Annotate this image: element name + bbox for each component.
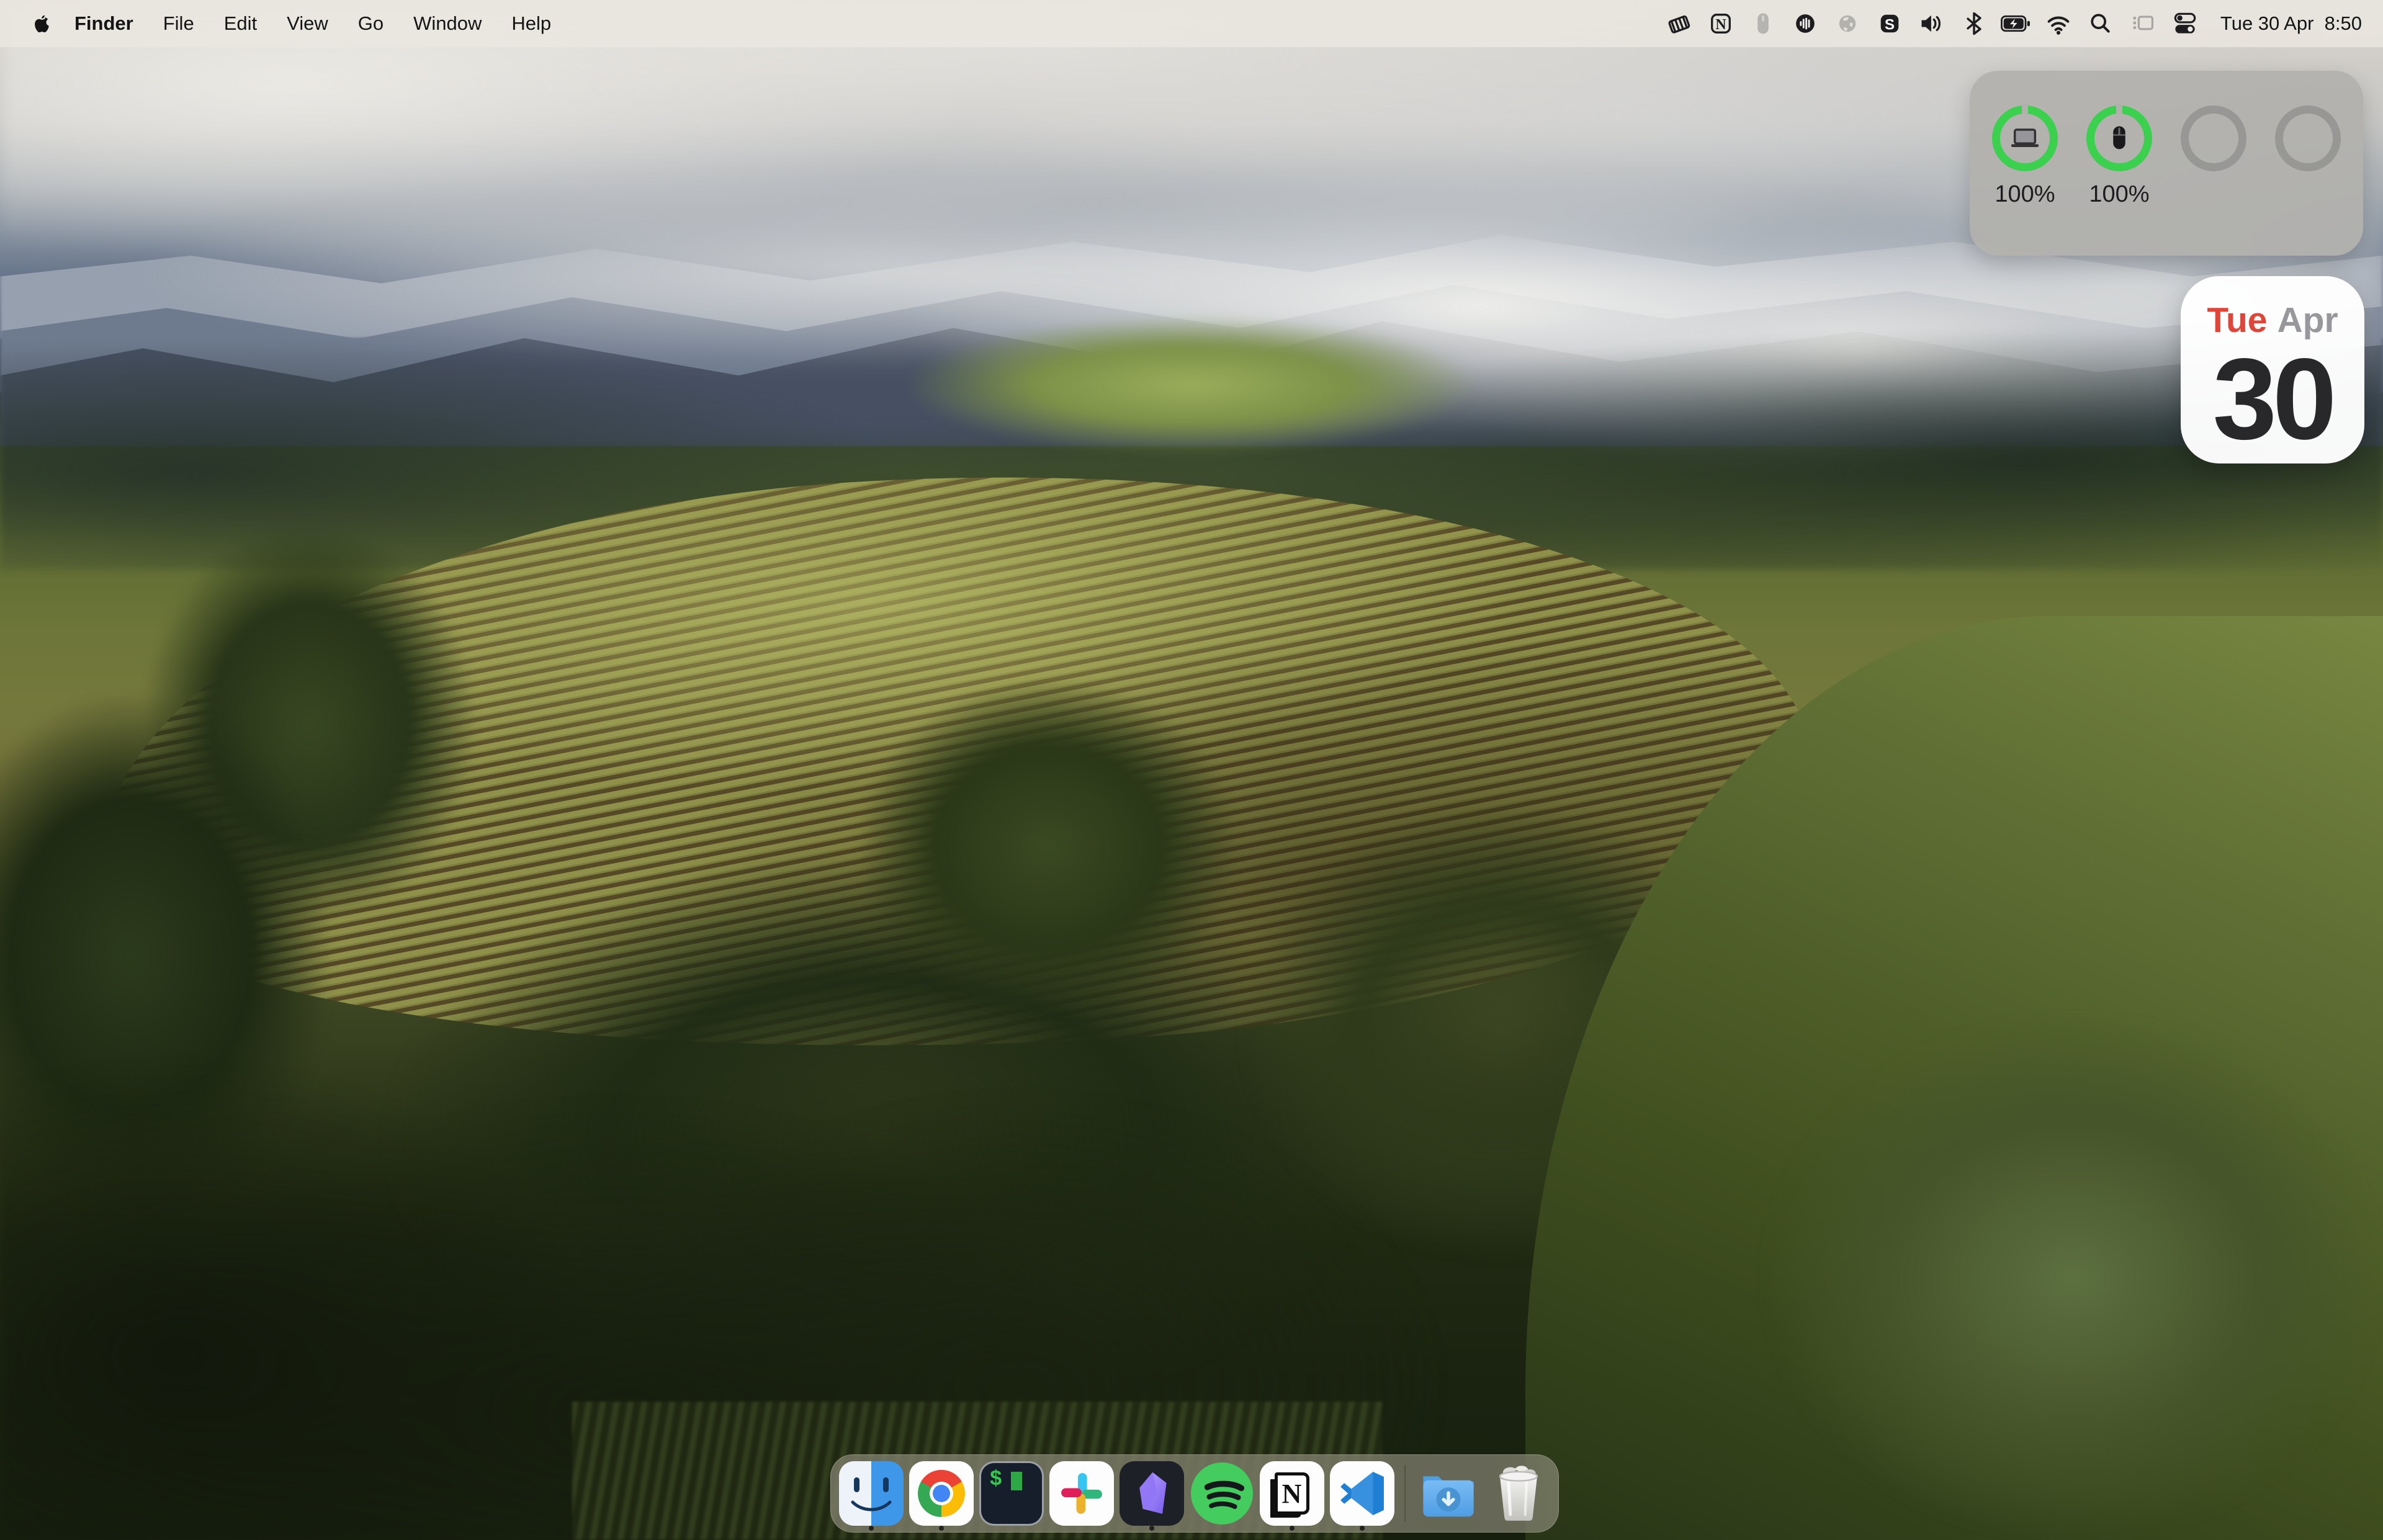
trash-full-icon bbox=[1486, 1461, 1551, 1526]
control-center-icon[interactable] bbox=[2167, 9, 2203, 38]
active-app-name[interactable]: Finder bbox=[60, 12, 148, 35]
running-indicator bbox=[869, 1526, 874, 1531]
battery-charging-icon[interactable] bbox=[1998, 9, 2034, 38]
dock-item-spotify[interactable] bbox=[1187, 1454, 1257, 1533]
notion-status-icon[interactable]: N bbox=[1703, 9, 1739, 38]
running-indicator bbox=[1149, 1526, 1154, 1531]
battery-ring-laptop bbox=[1992, 105, 2058, 171]
chrome-icon bbox=[909, 1461, 974, 1526]
volume-icon[interactable] bbox=[1914, 9, 1950, 38]
vscode-icon bbox=[1330, 1461, 1394, 1526]
laptop-battery-percent: 100% bbox=[1992, 181, 2058, 208]
dock-item-notion[interactable]: N bbox=[1257, 1454, 1327, 1533]
wifi-icon[interactable] bbox=[2040, 9, 2076, 38]
menu-file[interactable]: File bbox=[148, 12, 209, 35]
dock-item-chrome[interactable] bbox=[906, 1454, 976, 1533]
running-indicator bbox=[939, 1526, 944, 1531]
svg-text:N: N bbox=[1715, 16, 1726, 33]
battery-widget[interactable]: 100% 100% bbox=[1970, 71, 2363, 256]
screen-mirroring-icon[interactable] bbox=[2125, 9, 2161, 38]
bluetooth-icon[interactable] bbox=[1956, 9, 1992, 38]
menu-view[interactable]: View bbox=[272, 12, 343, 35]
menu-help[interactable]: Help bbox=[496, 12, 566, 35]
calendar-day-number: 30 bbox=[2213, 342, 2333, 457]
menu-go[interactable]: Go bbox=[343, 12, 398, 35]
spotify-icon bbox=[1190, 1461, 1254, 1526]
dock-item-slack[interactable] bbox=[1046, 1454, 1116, 1533]
running-indicator bbox=[1360, 1526, 1365, 1531]
laptop-icon bbox=[2000, 114, 2050, 163]
globe-icon[interactable] bbox=[1829, 9, 1865, 38]
svg-text:S: S bbox=[1885, 16, 1895, 33]
dock-item-downloads[interactable] bbox=[1413, 1454, 1483, 1533]
desktop: Finder File Edit View Go Window Help bbox=[0, 0, 2383, 1540]
dock-item-terminal[interactable]: $ bbox=[976, 1454, 1046, 1533]
dock-separator bbox=[1404, 1465, 1406, 1522]
battery-ring-mouse bbox=[2086, 105, 2152, 171]
notion-icon: N bbox=[1260, 1461, 1324, 1526]
apple-menu-icon[interactable] bbox=[31, 12, 51, 35]
menu-bar: Finder File Edit View Go Window Help bbox=[0, 0, 2383, 47]
finder-icon bbox=[839, 1461, 904, 1526]
mouse-icon bbox=[2094, 114, 2144, 163]
dock-item-obsidian[interactable] bbox=[1116, 1454, 1187, 1533]
wallpaper-right-grass bbox=[1764, 1016, 2383, 1540]
dock-item-vscode[interactable] bbox=[1327, 1454, 1397, 1533]
mouse-battery-icon[interactable] bbox=[1745, 9, 1781, 38]
dock: $ bbox=[830, 1454, 1559, 1533]
slack-icon bbox=[1049, 1461, 1114, 1526]
audio-waveform-icon[interactable] bbox=[1787, 9, 1823, 38]
menu-window[interactable]: Window bbox=[398, 12, 496, 35]
menu-edit[interactable]: Edit bbox=[209, 12, 272, 35]
dock-item-trash[interactable] bbox=[1483, 1454, 1553, 1533]
dock-item-finder[interactable] bbox=[836, 1454, 906, 1533]
running-indicator bbox=[1290, 1526, 1295, 1531]
wallpaper-sunlit-hill bbox=[905, 316, 1478, 454]
terminal-icon: $ bbox=[979, 1461, 1044, 1526]
keystroke-overlay-icon[interactable] bbox=[1661, 9, 1697, 38]
mouse-battery-percent: 100% bbox=[2086, 181, 2152, 208]
battery-ring-empty bbox=[2275, 105, 2341, 171]
s-app-icon[interactable]: S bbox=[1872, 9, 1908, 38]
downloads-folder-icon bbox=[1416, 1461, 1481, 1526]
menu-bar-clock[interactable]: Tue 30 Apr 8:50 bbox=[2220, 12, 2362, 35]
battery-ring-empty bbox=[2181, 105, 2246, 171]
spotlight-icon[interactable] bbox=[2083, 9, 2119, 38]
calendar-widget[interactable]: Tue Apr 30 bbox=[2181, 276, 2364, 463]
obsidian-icon bbox=[1120, 1461, 1184, 1526]
